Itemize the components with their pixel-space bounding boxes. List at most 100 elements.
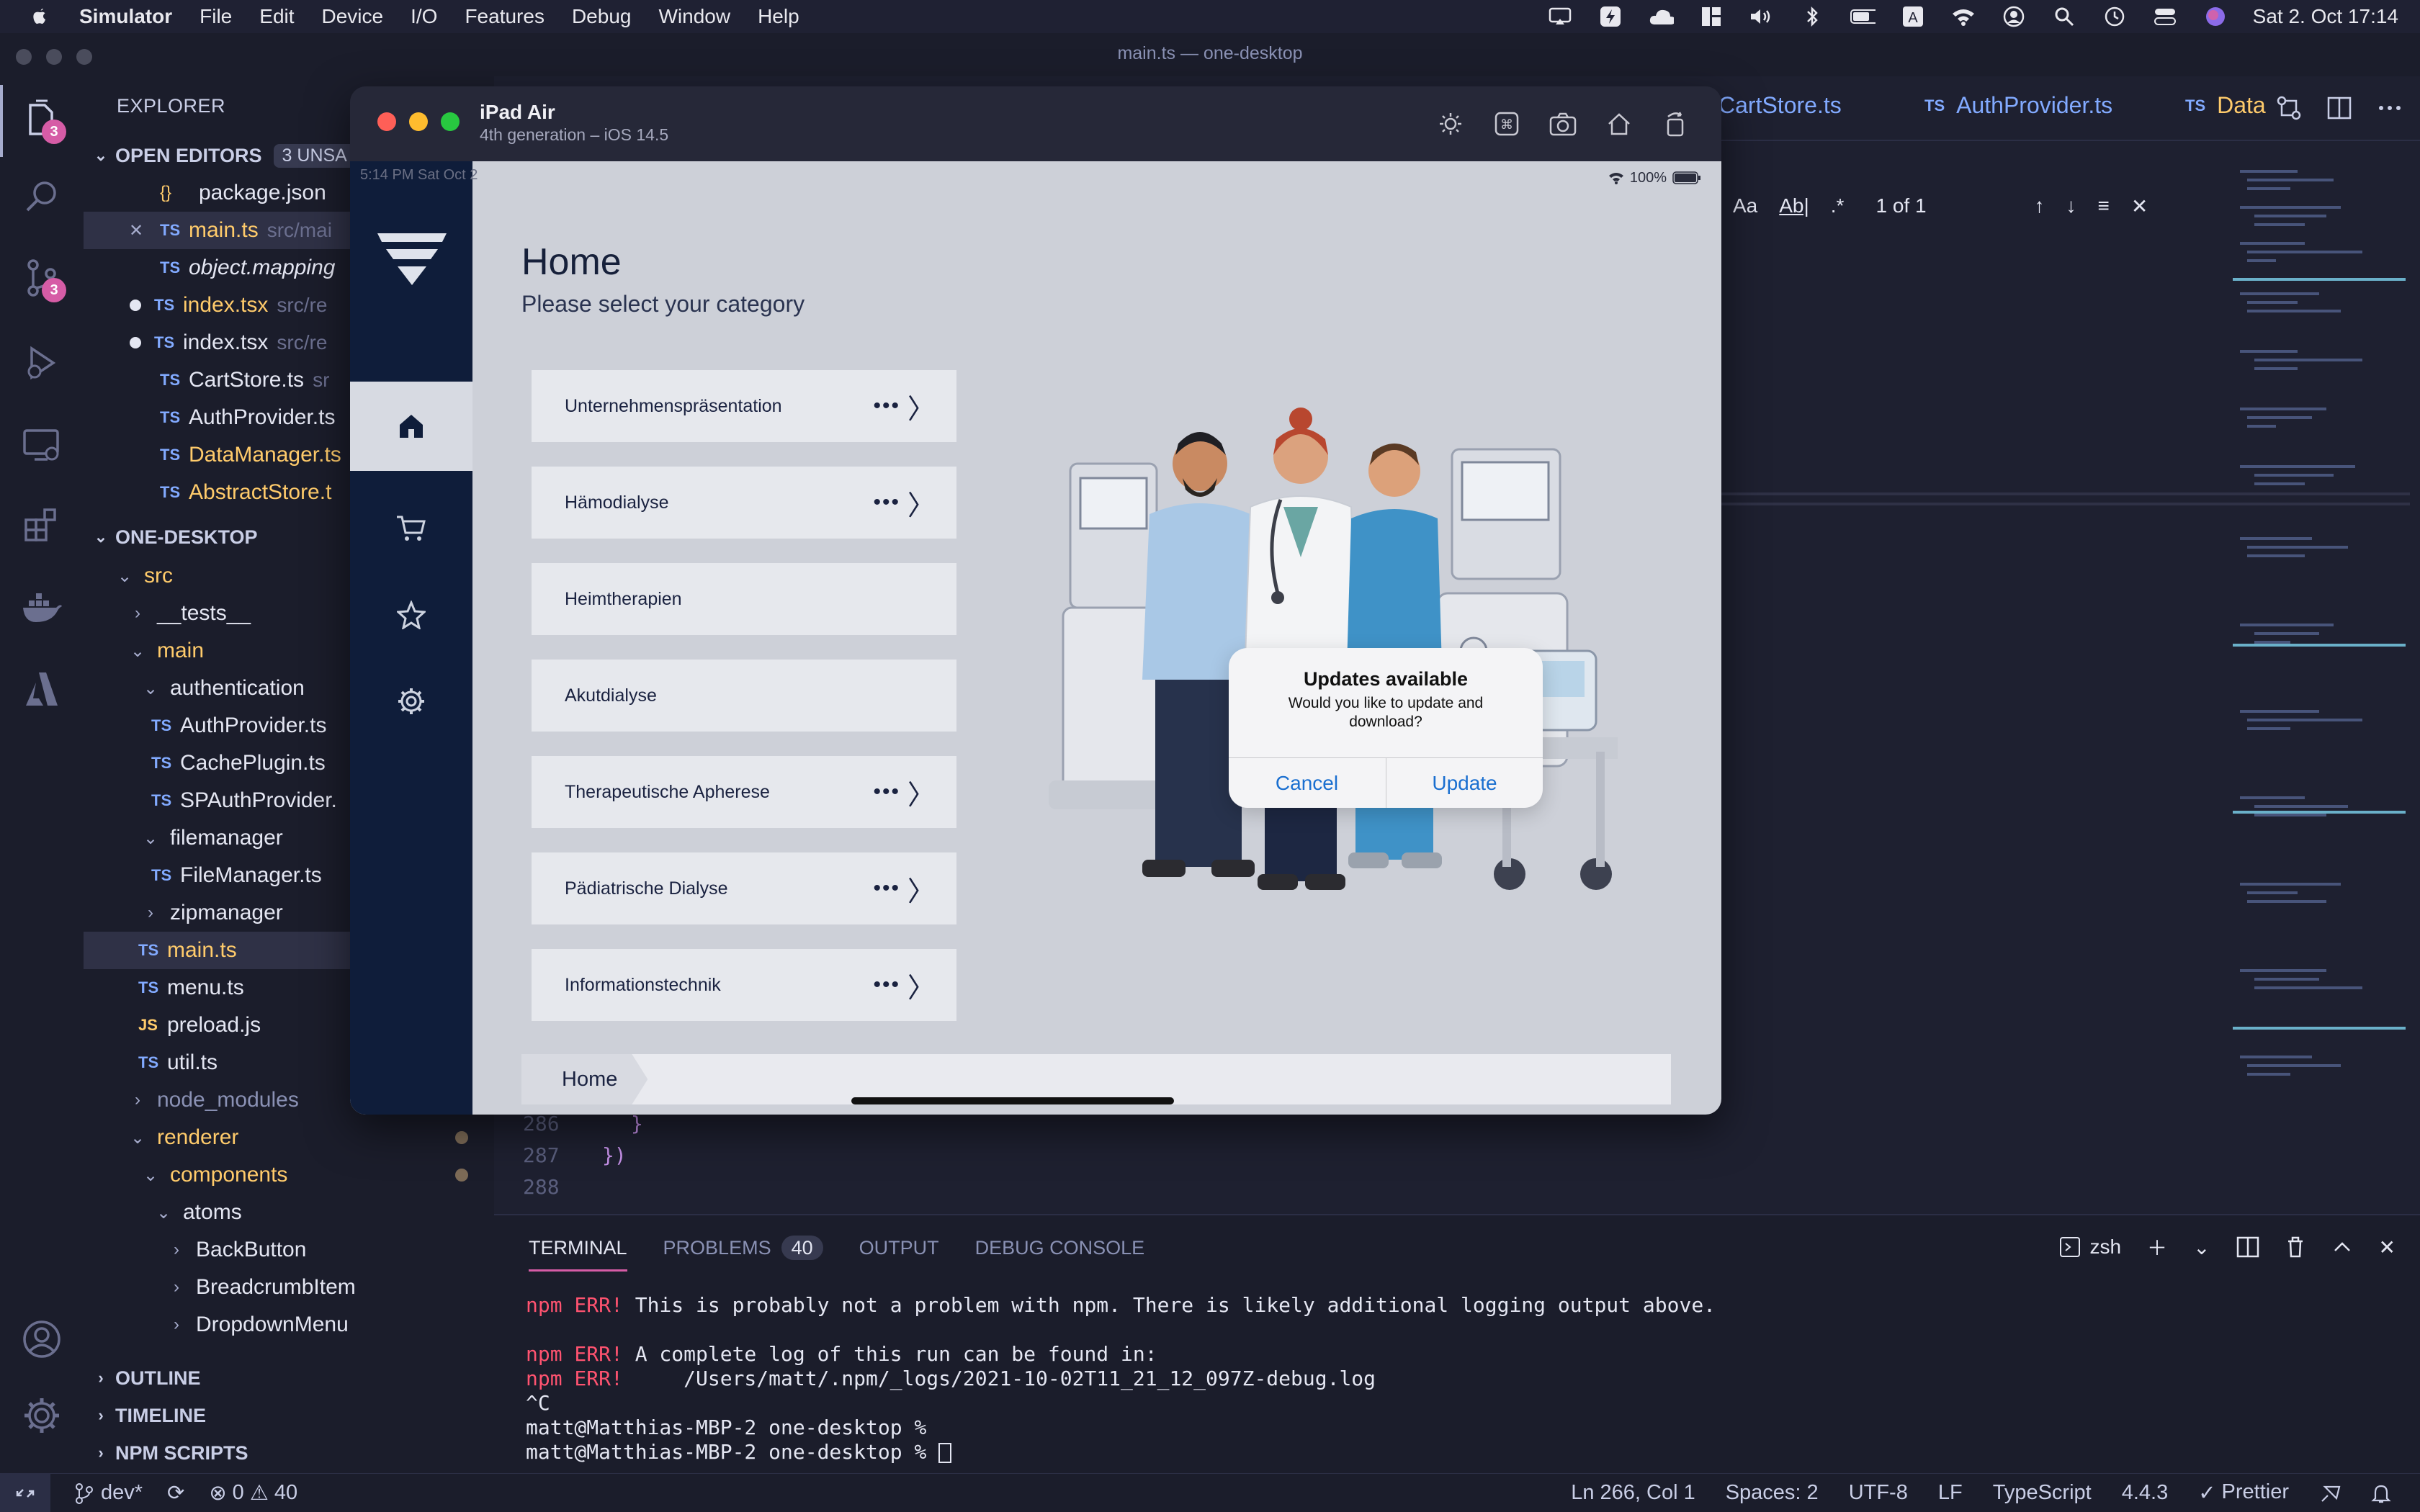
window-layout-icon[interactable] [1698,6,1724,27]
apple-icon[interactable] [29,6,50,27]
category-card[interactable]: Informationstechnik ••• 〉 [532,949,956,1021]
git-branch[interactable]: dev* [75,1481,143,1505]
terminal-shell-selector[interactable]: zsh [2059,1236,2121,1259]
explorer-icon[interactable]: 3 [20,98,66,144]
regex-toggle[interactable]: .* [1831,194,1845,217]
breadcrumb-item-home[interactable]: Home [521,1054,647,1104]
notifications-bell-icon[interactable] [2371,1482,2391,1504]
screen-mirroring-icon[interactable] [1547,6,1573,27]
menu-file[interactable]: File [200,5,232,28]
split-editor-icon[interactable] [2326,95,2352,121]
arrow-up-icon[interactable]: ↑ [2035,194,2045,217]
home-button-icon[interactable] [1602,107,1636,141]
rotate-device-icon[interactable] [1658,107,1693,141]
extensions-icon[interactable] [20,504,63,547]
nav-home[interactable] [350,382,472,471]
bluetooth-icon[interactable] [1799,6,1825,27]
remote-explorer-icon[interactable] [20,423,63,467]
nav-favorites[interactable] [350,593,472,636]
feedback-icon[interactable] [2319,1482,2341,1504]
more-actions-icon[interactable] [2377,95,2403,121]
tree-folder[interactable]: › BackButton [84,1231,494,1269]
menu-edit[interactable]: Edit [259,5,294,28]
wifi-icon[interactable] [1950,6,1976,27]
trash-icon[interactable] [2285,1236,2305,1259]
category-card[interactable]: Therapeutische Apherese ••• 〉 [532,756,956,828]
end-of-line[interactable]: LF [1938,1481,1963,1505]
code-line[interactable]: } [631,1112,643,1135]
menu-window[interactable]: Window [658,5,730,28]
encoding[interactable]: UTF-8 [1849,1481,1908,1505]
close-icon[interactable]: ✕ [125,220,147,241]
npm-scripts-section[interactable]: › NPM SCRIPTS [84,1434,494,1472]
tab-datamanager[interactable]: TS Data [2185,92,2266,119]
more-options-icon[interactable]: ••• [873,490,900,515]
tree-folder[interactable]: › DropdownMenu [84,1306,494,1344]
cancel-button[interactable]: Cancel [1229,758,1385,808]
tree-folder[interactable]: ⌄ renderer [84,1119,494,1156]
open-changes-icon[interactable] [2276,95,2302,121]
more-options-icon[interactable]: ••• [873,780,900,804]
language-mode[interactable]: TypeScript [1993,1481,2092,1505]
user-account-icon[interactable] [2001,6,2027,27]
menu-app-name[interactable]: Simulator [79,5,172,28]
tree-folder[interactable]: ⌄ atoms [84,1194,494,1231]
nav-cart[interactable] [350,507,472,550]
home-indicator[interactable] [851,1097,1174,1104]
update-button[interactable]: Update [1386,758,1543,808]
split-terminal-icon[interactable] [2236,1236,2259,1258]
category-card[interactable]: Pädiatrische Dialyse ••• 〉 [532,852,956,924]
match-whole-word-toggle[interactable]: Ab| [1779,194,1809,217]
screenshot-camera-icon[interactable] [1546,107,1580,141]
tree-folder[interactable]: › BreadcrumbItem [84,1269,494,1306]
category-card[interactable]: Heimtherapien [532,563,956,635]
minimap[interactable] [2233,163,2406,1214]
remote-indicator[interactable] [0,1473,50,1512]
outline-section[interactable]: › OUTLINE [84,1359,494,1397]
indentation[interactable]: Spaces: 2 [1726,1481,1819,1505]
menu-bar-clock[interactable]: Sat 2. Oct 17:14 [2253,5,2398,28]
docker-icon[interactable] [20,586,63,629]
time-machine-icon[interactable] [2102,6,2128,27]
keyboard-shortcut-icon[interactable]: ⌘ [1489,107,1524,141]
bolt-app-icon[interactable] [1597,6,1623,27]
tab-problems[interactable]: PROBLEMS 40 [663,1236,823,1272]
spotlight-search-icon[interactable] [2051,6,2077,27]
settings-gear-icon[interactable] [20,1394,63,1437]
tab-authprovider[interactable]: TS AuthProvider.ts [1924,92,2112,119]
account-icon[interactable] [20,1318,63,1361]
terminal-output[interactable]: npm ERR! This is probably not a problem … [526,1293,1716,1464]
find-in-selection-icon[interactable]: ≡ [2098,194,2110,217]
nav-settings[interactable] [350,680,472,723]
zoom-window-button[interactable] [441,112,460,131]
siri-icon[interactable] [2202,6,2228,27]
tab-debug-console[interactable]: DEBUG CONSOLE [975,1237,1145,1272]
category-card[interactable]: Unternehmenspräsentation ••• 〉 [532,370,956,442]
more-options-icon[interactable]: ••• [873,394,900,418]
maximize-panel-icon[interactable] [2331,1236,2353,1258]
cursor-position[interactable]: Ln 266, Col 1 [1571,1481,1695,1505]
cloud-icon[interactable] [1648,6,1674,27]
category-card[interactable]: Akutdialyse [532,660,956,732]
source-control-icon[interactable]: 3 [20,256,66,302]
prettier-status[interactable]: ✓ Prettier [2198,1480,2289,1506]
tab-cartstore[interactable]: CartStore.ts [1718,92,1842,119]
timeline-section[interactable]: › TIMELINE [84,1397,494,1434]
problems-summary[interactable]: ⊗ 0 ⚠ 40 [209,1480,297,1506]
battery-icon[interactable] [1850,6,1876,27]
menu-io[interactable]: I/O [411,5,437,28]
tab-terminal[interactable]: TERMINAL [529,1237,627,1272]
azure-icon[interactable] [20,668,63,711]
menu-debug[interactable]: Debug [572,5,632,28]
sync-icon[interactable]: ⟳ [167,1480,184,1506]
close-icon[interactable]: ✕ [2131,194,2148,218]
more-options-icon[interactable]: ••• [873,973,900,997]
tree-folder[interactable]: ⌄ components [84,1156,494,1194]
minimize-window-button[interactable] [409,112,428,131]
menu-help[interactable]: Help [758,5,799,28]
appearance-toggle-icon[interactable] [1433,107,1468,141]
chevron-down-icon[interactable]: ⌄ [2193,1236,2210,1259]
close-panel-icon[interactable]: ✕ [2379,1236,2396,1259]
tab-output[interactable]: OUTPUT [859,1237,939,1272]
input-source-icon[interactable]: A [1900,6,1926,27]
